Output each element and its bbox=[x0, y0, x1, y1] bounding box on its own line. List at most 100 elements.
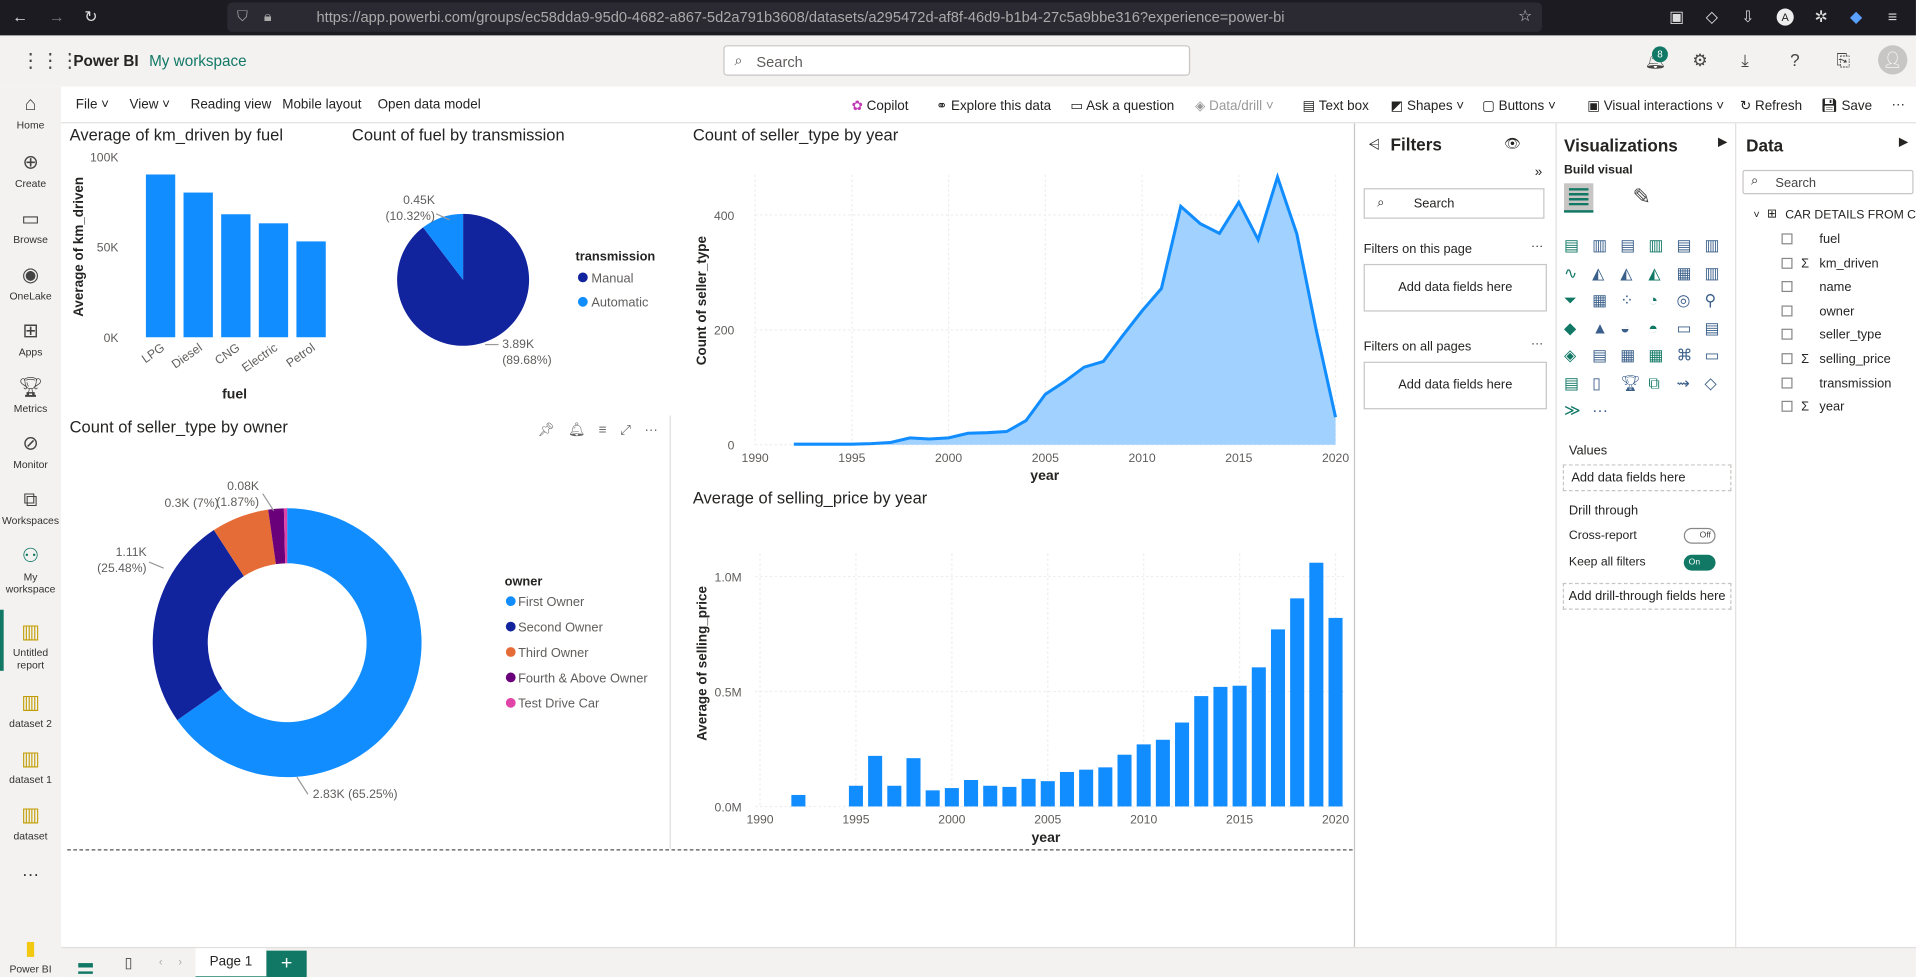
viz-donut-icon[interactable]: ◎ bbox=[1676, 291, 1690, 311]
bar-2009[interactable] bbox=[1117, 754, 1132, 807]
bar-2007[interactable] bbox=[1079, 769, 1094, 807]
mobile-view-icon[interactable]: ▯ bbox=[125, 954, 133, 971]
more-options-icon[interactable]: ··· bbox=[1531, 239, 1543, 252]
viz-power-automate-icon[interactable]: ⇝ bbox=[1676, 373, 1689, 393]
collapse-icon[interactable]: ▶ bbox=[1899, 136, 1908, 149]
values-well[interactable]: Add data fields here bbox=[1562, 464, 1732, 492]
buttons-button[interactable]: ▢ Buttons ˅ bbox=[1482, 98, 1556, 114]
viz-waterfall-icon[interactable]: ▥ bbox=[1705, 263, 1720, 283]
checkbox[interactable] bbox=[1781, 329, 1793, 341]
viz-paginated-icon[interactable]: ▯ bbox=[1592, 373, 1601, 393]
bar-lpg[interactable] bbox=[145, 174, 176, 338]
download-icon[interactable]: ⇩ bbox=[1741, 7, 1754, 27]
bar-1992[interactable] bbox=[791, 794, 806, 807]
viz-stacked-bar-icon[interactable]: ▤ bbox=[1564, 236, 1579, 256]
bar-2004[interactable] bbox=[1021, 778, 1036, 807]
legend-marker[interactable] bbox=[505, 621, 516, 632]
gear-icon[interactable]: ⚙ bbox=[1692, 50, 1707, 71]
viz-100-bar-icon[interactable]: ▤ bbox=[1676, 236, 1691, 256]
leader-line[interactable] bbox=[296, 776, 309, 795]
bar-2018[interactable] bbox=[1290, 598, 1305, 807]
avatar[interactable]: 👤︎ bbox=[1878, 45, 1908, 75]
viz-area-icon[interactable]: ◭ bbox=[1592, 263, 1604, 283]
drill-through-well[interactable]: Add drill-through fields here bbox=[1562, 582, 1732, 610]
bar-2011[interactable] bbox=[1155, 739, 1170, 807]
checkbox[interactable] bbox=[1781, 281, 1793, 293]
bar-cng[interactable] bbox=[221, 214, 251, 338]
bar-2016[interactable] bbox=[1251, 667, 1266, 807]
checkbox[interactable] bbox=[1781, 257, 1793, 269]
eye-icon[interactable]: 👁︎ bbox=[1504, 136, 1521, 152]
viz-decomposition-icon[interactable]: ⌘ bbox=[1676, 346, 1692, 366]
build-visual-tab[interactable] bbox=[1564, 183, 1594, 213]
format-visual-icon[interactable]: ✎ bbox=[1632, 185, 1650, 211]
viz-qna-icon[interactable]: ▭ bbox=[1705, 346, 1720, 366]
bar-diesel[interactable] bbox=[183, 192, 213, 338]
bar-electric[interactable] bbox=[258, 223, 289, 338]
leader-line[interactable] bbox=[262, 493, 275, 512]
bar-2002[interactable] bbox=[983, 785, 998, 807]
field-fuel[interactable]: fuel bbox=[1781, 232, 1840, 247]
expand-icon[interactable]: » bbox=[1535, 165, 1542, 180]
chevron-down-icon[interactable]: ˅ bbox=[1753, 209, 1759, 221]
viz-filled-map-icon[interactable]: ◆ bbox=[1564, 318, 1576, 338]
help-icon[interactable]: ? bbox=[1790, 50, 1800, 70]
menu-icon[interactable]: ≡ bbox=[1888, 7, 1897, 25]
pocket-icon[interactable]: ◇ bbox=[1706, 7, 1718, 27]
viz-100-column-icon[interactable]: ▥ bbox=[1705, 236, 1720, 256]
bar-petrol[interactable] bbox=[296, 241, 326, 338]
bar-1996[interactable] bbox=[868, 755, 883, 807]
legend-marker[interactable] bbox=[577, 296, 588, 307]
addon-icon[interactable]: ◆ bbox=[1850, 7, 1862, 27]
legend-marker[interactable] bbox=[505, 672, 516, 683]
viz-matrix-icon[interactable]: ▦ bbox=[1648, 346, 1663, 366]
viz-map-icon[interactable]: ⚲ bbox=[1705, 291, 1717, 311]
bar-2010[interactable] bbox=[1136, 744, 1151, 807]
viz-kpi-icon[interactable]: ◈ bbox=[1564, 346, 1576, 366]
collapse-icon[interactable]: ▶ bbox=[1718, 136, 1727, 149]
add-page-filter-well[interactable]: Add data fields here bbox=[1363, 263, 1547, 312]
checkbox[interactable] bbox=[1781, 401, 1793, 413]
viz-funnel-like-icon[interactable]: ⏷ bbox=[1564, 291, 1577, 311]
viz-narrative-icon[interactable]: ▤ bbox=[1564, 373, 1579, 393]
legend-marker[interactable] bbox=[505, 697, 516, 708]
viz-azure-map-icon[interactable]: ◒ bbox=[1620, 318, 1630, 336]
extension-icon[interactable]: ▣ bbox=[1669, 7, 1684, 27]
account-icon[interactable]: A bbox=[1776, 8, 1794, 26]
viz-more-icon[interactable]: ··· bbox=[1592, 401, 1608, 419]
viz-stacked-area-icon[interactable]: ◭ bbox=[1620, 263, 1632, 283]
bar-1995[interactable] bbox=[848, 785, 863, 807]
legend-marker[interactable] bbox=[505, 596, 516, 607]
bar-2001[interactable] bbox=[964, 780, 979, 807]
more-options-icon[interactable]: ··· bbox=[1531, 337, 1543, 350]
bar-1998[interactable] bbox=[906, 758, 921, 807]
checkbox[interactable] bbox=[1781, 233, 1793, 245]
download-icon[interactable]: ⤓ bbox=[1741, 50, 1749, 71]
bar-2014[interactable] bbox=[1213, 686, 1228, 807]
viz-pie-icon[interactable]: ◔ bbox=[1648, 291, 1658, 309]
bar-2015[interactable] bbox=[1232, 685, 1247, 807]
puzzle-icon[interactable]: ✲ bbox=[1815, 7, 1828, 27]
prev-page-icon[interactable]: ‹ bbox=[159, 956, 163, 968]
filters-search[interactable]: ⌕ Search bbox=[1363, 188, 1545, 219]
bar-1997[interactable] bbox=[887, 785, 902, 807]
bar-2012[interactable] bbox=[1175, 722, 1190, 807]
cross-report-toggle[interactable]: Off bbox=[1683, 527, 1716, 544]
viz-line-column-icon[interactable]: ◭ bbox=[1648, 263, 1660, 283]
viz-table-icon[interactable]: ▦ bbox=[1620, 346, 1635, 366]
viz-clustered-bar-icon[interactable]: ▤ bbox=[1620, 236, 1635, 256]
visual-interactions-button[interactable]: ▣ Visual interactions ˅ bbox=[1587, 98, 1724, 114]
shapes-button[interactable]: ◩ Shapes ˅ bbox=[1391, 98, 1465, 114]
bar-2000[interactable] bbox=[944, 788, 959, 807]
checkbox[interactable] bbox=[1781, 305, 1793, 317]
field-km-driven[interactable]: Σkm_driven bbox=[1781, 256, 1879, 271]
keep-filters-toggle[interactable]: On bbox=[1683, 554, 1716, 571]
viz-clustered-column-icon[interactable]: ▥ bbox=[1648, 236, 1663, 256]
bar-2013[interactable] bbox=[1194, 696, 1209, 807]
add-all-pages-filter-well[interactable]: Add data fields here bbox=[1363, 361, 1547, 410]
field-transmission[interactable]: transmission bbox=[1781, 376, 1891, 391]
field-owner[interactable]: owner bbox=[1781, 304, 1854, 319]
bookmark-star-icon[interactable]: ☆ bbox=[1518, 6, 1532, 26]
viz-stacked-column-icon[interactable]: ▥ bbox=[1592, 236, 1607, 256]
bar-2003[interactable] bbox=[1002, 786, 1017, 807]
